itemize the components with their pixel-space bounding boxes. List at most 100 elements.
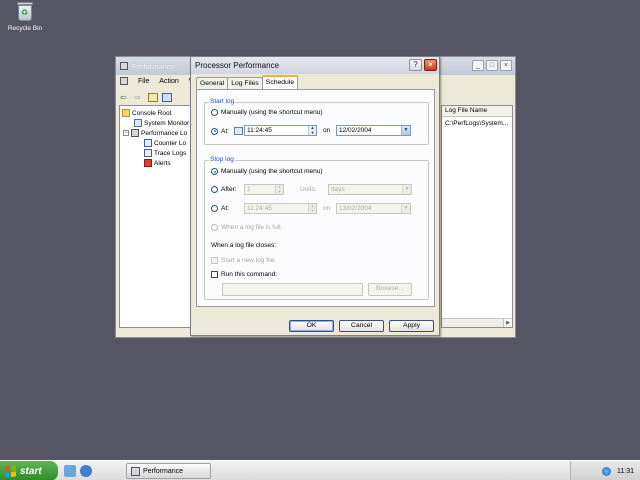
forward-icon[interactable]: ⇨ xyxy=(134,93,144,102)
tree-item-label: Performance Lo xyxy=(141,129,188,137)
stop-after-spinner: ▲ ▼ xyxy=(275,184,283,194)
tree-item-counter-logs[interactable]: Counter Lo xyxy=(144,139,186,147)
recycle-bin[interactable]: ♻ Recycle Bin xyxy=(6,2,44,32)
stop-log-legend: Stop log xyxy=(209,156,235,163)
start-date-field[interactable]: 12/02/2004 ▼ xyxy=(336,125,411,136)
cancel-button[interactable]: Cancel xyxy=(339,320,384,332)
horizontal-scrollbar[interactable]: ▶ xyxy=(442,318,512,327)
menu-file[interactable]: File xyxy=(138,78,149,85)
start-log-legend: Start log xyxy=(209,98,236,105)
stop-manual-radio[interactable] xyxy=(211,168,218,175)
clock-icon xyxy=(233,127,243,135)
performance-app-icon xyxy=(131,466,140,476)
tab-general[interactable]: General xyxy=(196,77,229,89)
stop-units-label: Units: xyxy=(300,186,317,193)
tab-schedule[interactable]: Schedule xyxy=(261,75,299,89)
console-tree: Console Root System Monitor − Performanc… xyxy=(119,105,191,328)
tree-item-label: Alerts xyxy=(154,159,171,167)
apply-button[interactable]: Apply xyxy=(389,320,434,332)
stop-time-field: 11:24:45 ▲ ▼ xyxy=(244,203,317,214)
up-folder-icon[interactable] xyxy=(148,93,158,102)
tab-strip: General Log Files Schedule xyxy=(196,75,299,89)
schedule-panel: Start log Manually (using the shortcut m… xyxy=(196,89,435,307)
taskbar-item-performance[interactable]: Performance xyxy=(126,463,211,479)
stop-date-value: 13/02/2004 xyxy=(339,205,372,212)
stop-after-option[interactable]: After: xyxy=(211,186,237,193)
stop-log-group: Stop log Manually (using the shortcut me… xyxy=(204,156,429,300)
when-log-closes-label: When a log file closes: xyxy=(211,242,277,249)
stop-at-option[interactable]: At: xyxy=(211,205,229,212)
minimize-button[interactable]: _ xyxy=(472,60,484,71)
menu-action[interactable]: Action xyxy=(159,78,178,85)
tree-item-console-root[interactable]: Console Root xyxy=(122,109,171,117)
tab-log-files[interactable]: Log Files xyxy=(227,77,263,89)
run-command-label: Run this command: xyxy=(221,271,277,278)
start-time-spinner[interactable]: ▲ ▼ xyxy=(308,125,316,135)
start-new-log-option: Start a new log file xyxy=(211,257,274,264)
performance-app-icon xyxy=(120,62,128,70)
windows-logo-icon xyxy=(5,464,16,478)
alert-icon xyxy=(144,159,152,167)
tree-item-alerts[interactable]: Alerts xyxy=(144,159,171,167)
start-at-option[interactable]: At: xyxy=(211,127,243,135)
network-icon[interactable] xyxy=(602,466,611,476)
stop-after-radio[interactable] xyxy=(211,186,218,193)
start-manual-option[interactable]: Manually (using the shortcut menu) xyxy=(211,109,323,116)
chevron-down-icon: ▼ xyxy=(401,204,410,213)
column-header-log-file-name[interactable]: Log File Name xyxy=(442,106,512,117)
tree-item-label: System Monitor xyxy=(144,119,190,127)
run-command-option[interactable]: Run this command: xyxy=(211,271,277,278)
stop-when-full-option: When a log file is full. xyxy=(211,224,282,231)
help-button[interactable]: ? xyxy=(409,59,422,71)
stop-when-full-radio xyxy=(211,224,218,231)
run-command-checkbox[interactable] xyxy=(211,271,218,278)
ok-button[interactable]: OK xyxy=(289,320,334,332)
dialog-title: Processor Performance xyxy=(195,61,280,70)
show-desktop-icon[interactable] xyxy=(64,465,76,477)
dialog-titlebar[interactable]: Processor Performance xyxy=(191,57,439,74)
stop-units-select: days ▼ xyxy=(328,184,412,195)
start-time-value: 11:24:45 xyxy=(247,127,272,134)
start-manual-label: Manually (using the shortcut menu) xyxy=(221,109,323,116)
start-log-group: Start log Manually (using the shortcut m… xyxy=(204,98,429,145)
internet-explorer-icon[interactable] xyxy=(80,465,92,477)
stop-manual-label: Manually (using the shortcut menu) xyxy=(221,168,323,175)
tree-item-system-monitor[interactable]: System Monitor xyxy=(134,119,189,127)
toolbar: ⇦ ⇨ xyxy=(120,93,172,102)
list-item[interactable]: C:\PerfLogs\System... xyxy=(442,117,512,130)
stop-at-radio[interactable] xyxy=(211,205,218,212)
stop-date-field: 13/02/2004 ▼ xyxy=(336,203,411,214)
window-close-button[interactable]: × xyxy=(500,60,512,71)
console-icon[interactable] xyxy=(120,77,128,85)
start-on-label: on xyxy=(323,127,331,134)
system-tray: 11:31 xyxy=(570,461,640,480)
stop-units-value: days xyxy=(331,186,345,193)
recycle-bin-icon: ♻ xyxy=(16,2,34,22)
maximize-button[interactable]: □ xyxy=(486,60,498,71)
monitor-icon xyxy=(134,119,142,127)
dialog-close-button[interactable]: × xyxy=(424,59,437,71)
start-label: start xyxy=(20,465,42,477)
back-icon[interactable]: ⇦ xyxy=(120,93,130,102)
tree-item-label: Counter Lo xyxy=(154,139,187,147)
chevron-down-icon[interactable]: ▼ xyxy=(401,126,410,135)
show-hide-tree-icon[interactable] xyxy=(162,93,172,102)
taskbar: start Performance EN 11:31 xyxy=(0,460,640,480)
start-manual-radio[interactable] xyxy=(211,109,218,116)
start-button[interactable]: start xyxy=(0,461,58,480)
menu-bar: File Action Vi xyxy=(120,77,195,85)
performance-window-title: Performance xyxy=(132,61,175,71)
taskbar-item-label: Performance xyxy=(143,467,184,475)
clock[interactable]: 11:31 xyxy=(617,468,634,475)
log-list: Log File Name C:\PerfLogs\System... ▶ xyxy=(441,105,513,328)
tree-item-trace-logs[interactable]: Trace Logs xyxy=(144,149,186,157)
tree-item-performance-logs[interactable]: − Performance Lo xyxy=(123,129,187,137)
start-at-radio[interactable] xyxy=(211,127,218,135)
scroll-right-icon[interactable]: ▶ xyxy=(503,319,512,327)
stop-when-full-label: When a log file is full. xyxy=(221,224,283,231)
stop-manual-option[interactable]: Manually (using the shortcut menu) xyxy=(211,168,323,175)
counter-logs-icon xyxy=(144,139,152,147)
command-input xyxy=(222,283,363,296)
start-time-field[interactable]: 11:24:45 ▲ ▼ xyxy=(244,125,317,136)
collapse-icon[interactable]: − xyxy=(123,130,129,136)
